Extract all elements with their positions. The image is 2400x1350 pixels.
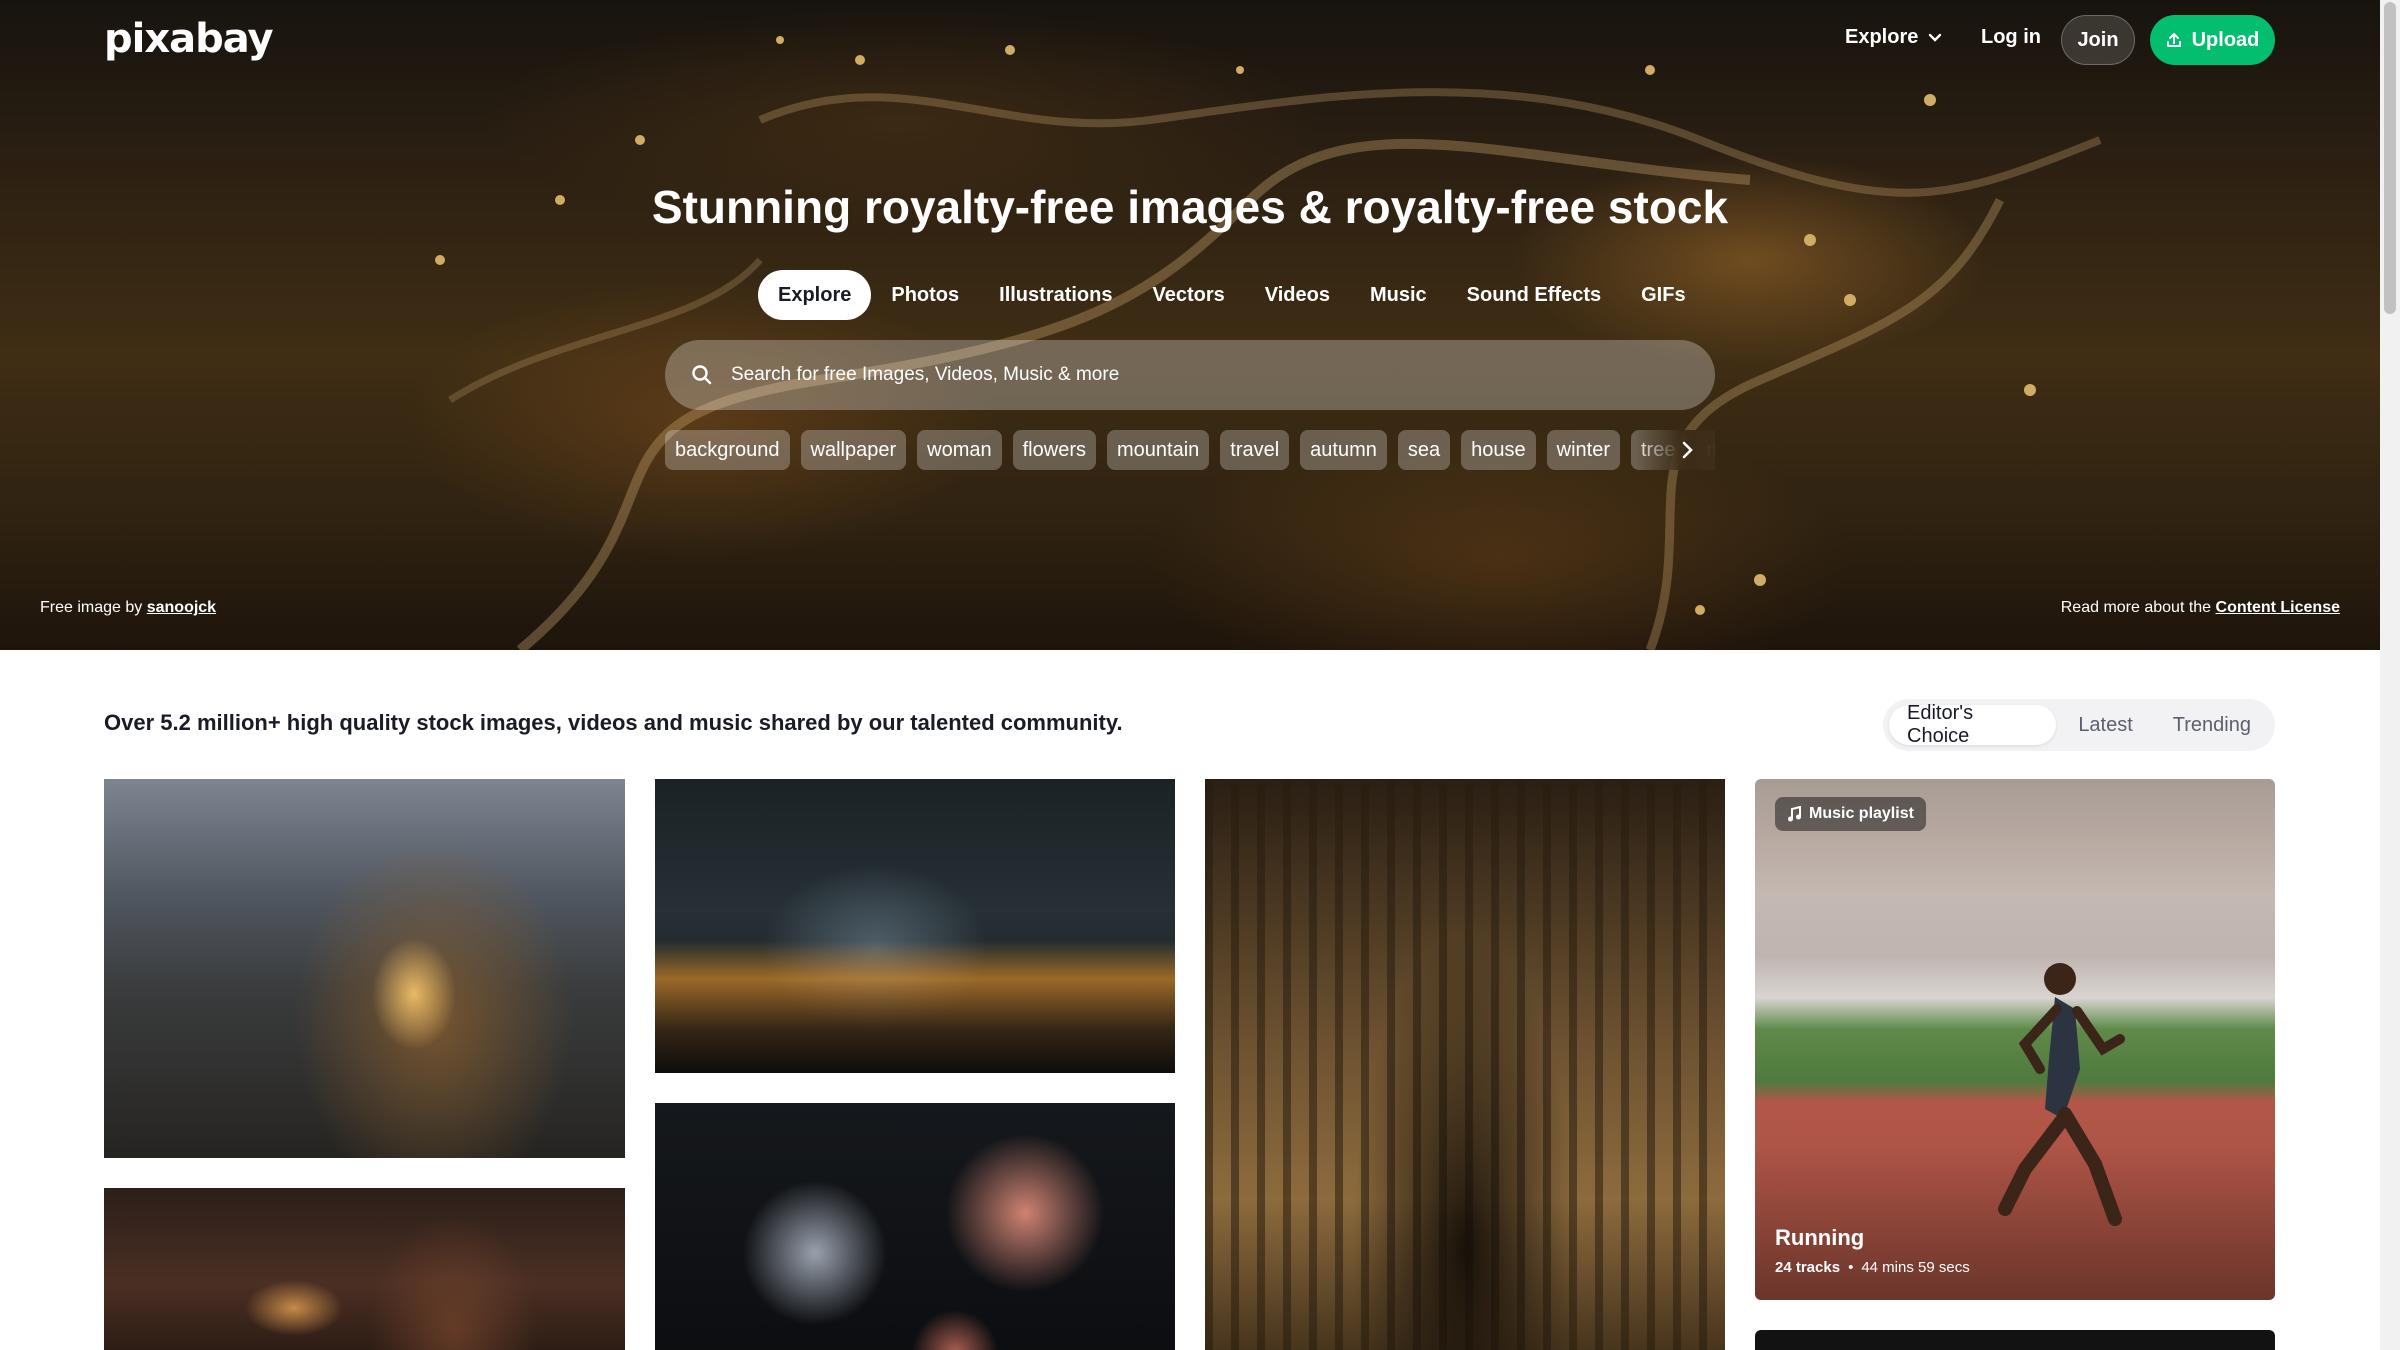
media-type-tabs: Explore Photos Illustrations Vectors Vid…: [758, 270, 1706, 320]
tag-chip[interactable]: winter: [1546, 430, 1620, 470]
tab-sound-effects[interactable]: Sound Effects: [1447, 270, 1621, 320]
tab-illustrations[interactable]: Illustrations: [979, 270, 1132, 320]
explore-menu-button[interactable]: Explore: [1845, 26, 1942, 49]
popular-tags: background wallpaper woman flowers mount…: [665, 430, 1715, 470]
meta-separator: •: [1848, 1259, 1854, 1276]
tags-next-button[interactable]: [1673, 436, 1701, 464]
playlist-duration: 44 mins 59 secs: [1861, 1259, 1970, 1276]
top-navigation: pixabay Explore Log in Join Upload: [0, 0, 2380, 80]
tab-gifs[interactable]: GIFs: [1621, 270, 1705, 320]
runner-image: [1998, 963, 2125, 1226]
upload-button[interactable]: Upload: [2150, 15, 2275, 65]
page-scrollbar[interactable]: [2380, 0, 2400, 1350]
tab-music[interactable]: Music: [1350, 270, 1447, 320]
sort-latest[interactable]: Latest: [2060, 705, 2150, 745]
music-note-icon: [1788, 806, 1801, 822]
join-button[interactable]: Join: [2061, 15, 2135, 65]
sort-toggle: Editor's Choice Latest Trending: [1883, 699, 2275, 751]
content-license-link[interactable]: Content License: [2216, 599, 2340, 616]
tag-chip[interactable]: autumn: [1300, 430, 1387, 470]
tab-explore[interactable]: Explore: [758, 270, 872, 320]
tab-videos[interactable]: Videos: [1245, 270, 1350, 320]
login-button[interactable]: Log in: [1981, 26, 2041, 49]
hero-overlay: [0, 0, 2380, 650]
tag-chip[interactable]: sea: [1397, 430, 1451, 470]
credit-prefix: Free image by: [40, 599, 143, 616]
playlist-tracks: 24 tracks: [1775, 1259, 1841, 1276]
badge-label: Music playlist: [1809, 805, 1914, 822]
credit-author-link[interactable]: sanoojck: [147, 599, 216, 616]
tab-photos[interactable]: Photos: [871, 270, 979, 320]
tag-chip[interactable]: mountain: [1106, 430, 1210, 470]
chevron-down-icon: [1929, 33, 1942, 42]
playlist-meta: 24 tracks • 44 mins 59 secs: [1775, 1259, 1970, 1276]
search-input[interactable]: Search for free Images, Videos, Music & …: [665, 340, 1715, 410]
image-credit: Free image by sanoojck: [40, 599, 216, 617]
sort-trending[interactable]: Trending: [2155, 705, 2269, 745]
license-prefix: Read more about the: [2060, 599, 2212, 616]
music-playlist-badge: Music playlist: [1775, 797, 1926, 831]
music-playlist-card[interactable]: Music playlist Running 24 tracks • 44 mi…: [1755, 779, 2275, 1300]
image-tile-city-bridge[interactable]: [655, 779, 1175, 1073]
search-placeholder: Search for free Images, Videos, Music & …: [731, 364, 1120, 385]
tag-chip[interactable]: travel: [1220, 430, 1290, 470]
upload-icon: [2166, 33, 2181, 47]
content-license-note: Read more about the Content License: [2061, 599, 2340, 617]
image-tile-next[interactable]: [1755, 1330, 2275, 1350]
image-tile-tree-lantern[interactable]: [104, 779, 625, 1158]
tab-vectors[interactable]: Vectors: [1133, 270, 1245, 320]
tag-chip[interactable]: wallpaper: [800, 430, 907, 470]
tag-chip[interactable]: background: [665, 430, 790, 470]
hero-banner: pixabay Explore Log in Join Upload Stunn…: [0, 0, 2380, 650]
tag-chip[interactable]: woman: [917, 430, 1002, 470]
image-tile-library-arches[interactable]: [1205, 779, 1725, 1350]
community-tagline: Over 5.2 million+ high quality stock ima…: [104, 710, 1123, 735]
upload-label: Upload: [2191, 28, 2260, 51]
hero-title: Stunning royalty-free images & royalty-f…: [651, 181, 1729, 233]
tag-chip[interactable]: flowers: [1012, 430, 1096, 470]
pixabay-logo[interactable]: pixabay: [104, 16, 274, 62]
explore-label: Explore: [1845, 26, 1919, 48]
image-tile-fireworks[interactable]: [655, 1103, 1175, 1350]
chevron-right-icon: [1682, 441, 1693, 459]
playlist-title: Running: [1775, 1225, 1865, 1250]
tag-chip[interactable]: house: [1461, 430, 1536, 470]
image-tile-woman-bokeh[interactable]: [104, 1188, 625, 1350]
search-icon: [692, 365, 712, 385]
scrollbar-thumb[interactable]: [2384, 2, 2396, 314]
sort-editors-choice[interactable]: Editor's Choice: [1889, 702, 2057, 747]
